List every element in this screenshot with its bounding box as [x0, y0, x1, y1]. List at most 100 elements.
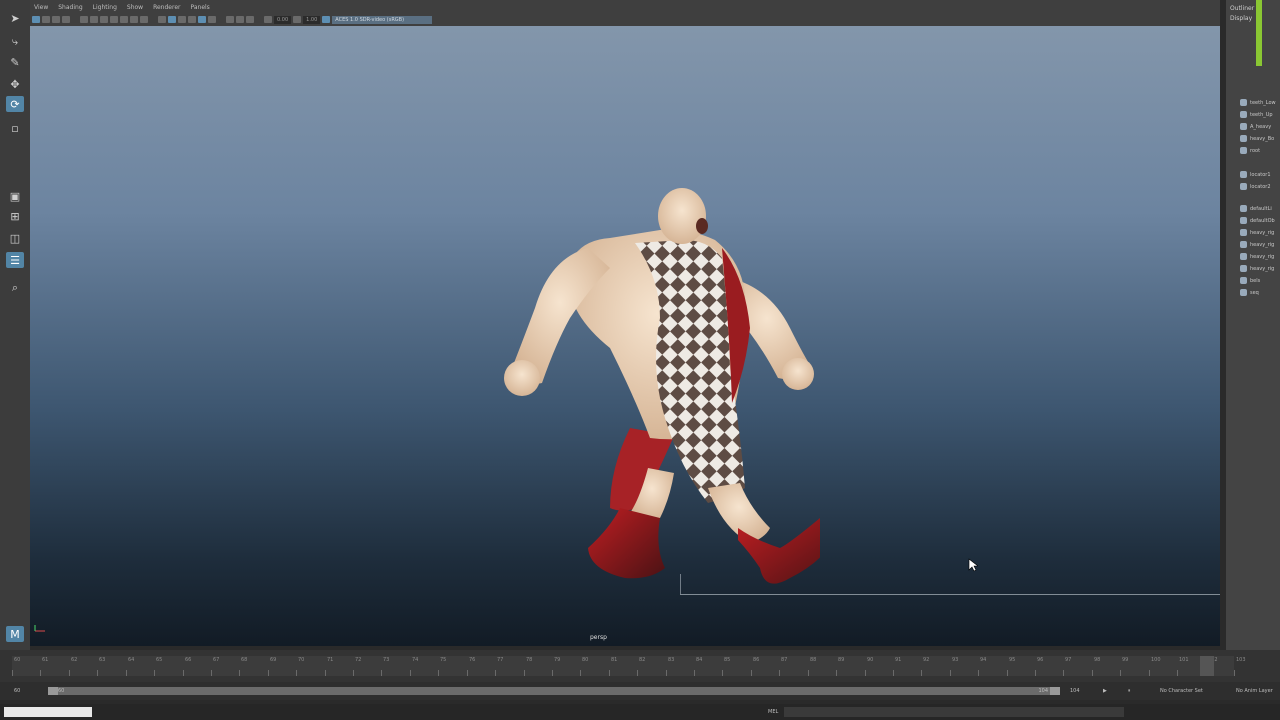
camera-attributes-icon[interactable] — [42, 16, 50, 23]
frame-tick — [211, 670, 212, 676]
set-icon — [1240, 277, 1247, 284]
frame-tick — [12, 670, 13, 676]
exposure-icon[interactable] — [264, 16, 272, 23]
outliner-item[interactable]: defaultLi — [1240, 203, 1272, 214]
smooth-shade-icon[interactable] — [168, 16, 176, 23]
frame-tick — [694, 670, 695, 676]
gamma-field[interactable]: 1.00 — [303, 15, 321, 24]
animation-end-field[interactable]: 104 — [1070, 686, 1080, 696]
textured-icon[interactable] — [188, 16, 196, 23]
menu-view[interactable]: View — [34, 3, 48, 13]
bookmark-icon[interactable] — [52, 16, 60, 23]
outliner-item[interactable]: heavy_Bo — [1240, 133, 1274, 144]
playback-options-icon[interactable]: ⏸ — [1128, 686, 1131, 696]
play-forward-icon[interactable]: ▶ — [1103, 686, 1107, 696]
scale-tool-icon[interactable]: ▫ — [6, 120, 24, 136]
playback-range-bar[interactable]: 60 104 — [48, 687, 1060, 695]
frame-tick-label: 86 — [753, 657, 760, 663]
xray-icon[interactable] — [236, 16, 244, 23]
range-end-handle[interactable] — [1050, 687, 1060, 695]
select-tool-icon[interactable]: ➤ — [6, 10, 24, 26]
outliner-item[interactable]: teeth_Up — [1240, 109, 1273, 120]
rotate-tool-icon[interactable]: ⟳ — [6, 96, 24, 112]
lights-icon[interactable] — [198, 16, 206, 23]
gamma-icon[interactable] — [293, 16, 302, 23]
animation-start-field[interactable]: 60 — [14, 686, 20, 696]
menu-shading[interactable]: Shading — [58, 3, 82, 13]
frame-tick — [154, 670, 155, 676]
current-frame-marker[interactable] — [1200, 656, 1214, 676]
display-tab[interactable]: Display — [1230, 15, 1252, 22]
outliner-item[interactable]: locator2 — [1240, 181, 1271, 192]
time-slider[interactable]: 60 61 62 63 64 65 66 67 68 69 70 71 72 73 74 75 76 77 78 79… — [0, 650, 1280, 682]
frame-tick-label: 79 — [554, 657, 561, 663]
frame-tick-label: 70 — [298, 657, 305, 663]
menu-lighting[interactable]: Lighting — [93, 3, 117, 13]
menu-show[interactable]: Show — [127, 3, 143, 13]
maya-logo-icon[interactable]: M — [6, 626, 24, 642]
menu-panels[interactable]: Panels — [190, 3, 209, 13]
locator-icon — [1240, 183, 1247, 190]
view-transform-dropdown[interactable]: ACES 1.0 SDR-video (sRGB) — [332, 15, 433, 24]
outliner-item[interactable]: heavy_rig — [1240, 239, 1274, 250]
gate-mask-icon[interactable] — [110, 16, 118, 23]
resolution-gate-icon[interactable] — [100, 16, 108, 23]
command-input[interactable] — [4, 707, 92, 717]
wireframe-on-shaded-icon[interactable] — [178, 16, 186, 23]
four-view-layout-icon[interactable]: ⊞ — [6, 208, 24, 224]
shadows-icon[interactable] — [208, 16, 216, 23]
outliner-item[interactable]: heavy_rig — [1240, 227, 1274, 238]
safe-title-icon[interactable] — [140, 16, 148, 23]
frame-tick — [1035, 670, 1036, 676]
set-icon — [1240, 265, 1247, 272]
field-chart-icon[interactable] — [120, 16, 128, 23]
character-set-dropdown[interactable]: No Character Set — [1160, 686, 1203, 696]
safe-action-icon[interactable] — [130, 16, 138, 23]
image-plane-icon[interactable] — [62, 16, 70, 23]
command-language-label[interactable]: MEL — [768, 707, 778, 717]
outliner-item[interactable]: teeth_Low — [1240, 97, 1276, 108]
set-icon — [1240, 205, 1247, 212]
color-management-icon[interactable] — [322, 16, 331, 23]
frame-tick — [40, 670, 41, 676]
maya-window: ➤ ⤷ ✎ ✥ ⟳ ▫ ▣ ⊞ ◫ ☰ ⌕ M View Shading Lig… — [0, 0, 1280, 720]
outliner-item[interactable]: heavy_rig — [1240, 263, 1274, 274]
paint-select-tool-icon[interactable]: ✎ — [6, 54, 24, 70]
outliner-tab[interactable]: Outliner — [1230, 5, 1254, 12]
film-gate-icon[interactable] — [90, 16, 98, 23]
outliner-layout-icon[interactable]: ☰ — [6, 252, 24, 268]
outliner-item[interactable]: locator1 — [1240, 169, 1271, 180]
frame-tick-label: 100 — [1151, 657, 1161, 663]
isolate-select-icon[interactable] — [226, 16, 234, 23]
frame-tick-label: 69 — [270, 657, 277, 663]
single-view-layout-icon[interactable]: ▣ — [6, 188, 24, 204]
menu-renderer[interactable]: Renderer — [153, 3, 180, 13]
lasso-tool-icon[interactable]: ⤷ — [6, 34, 24, 50]
frame-ruler[interactable]: 60 61 62 63 64 65 66 67 68 69 70 71 72 73 74 75 76 77 78 79… — [12, 656, 1246, 676]
outliner-item[interactable]: seq — [1240, 287, 1259, 298]
frame-tick — [808, 670, 809, 676]
perspective-viewport[interactable]: persp — [30, 26, 1220, 646]
outliner-item[interactable]: heavy_rig — [1240, 251, 1274, 262]
move-tool-icon[interactable]: ✥ — [6, 76, 24, 92]
outliner-item[interactable]: root — [1240, 145, 1260, 156]
outliner-item[interactable]: defaultOb — [1240, 215, 1275, 226]
search-icon[interactable]: ⌕ — [6, 280, 24, 296]
outliner-item[interactable]: bels — [1240, 275, 1260, 286]
frame-tick — [893, 670, 894, 676]
frame-tick-label: 78 — [526, 657, 533, 663]
frame-tick — [666, 670, 667, 676]
frame-tick-label: 76 — [469, 657, 476, 663]
frame-tick-label: 96 — [1037, 657, 1044, 663]
range-start-handle[interactable] — [48, 687, 58, 695]
outliner-item[interactable]: A_heavy — [1240, 121, 1271, 132]
wireframe-icon[interactable] — [158, 16, 166, 23]
two-view-layout-icon[interactable]: ◫ — [6, 230, 24, 246]
select-camera-icon[interactable] — [32, 16, 40, 23]
frame-tick-label: 101 — [1179, 657, 1189, 663]
anim-layer-dropdown[interactable]: No Anim Layer — [1236, 686, 1273, 696]
xray-joints-icon[interactable] — [246, 16, 254, 23]
frame-tick-label: 87 — [781, 657, 788, 663]
grid-toggle-icon[interactable] — [80, 16, 88, 23]
exposure-field[interactable]: 0.00 — [274, 15, 292, 24]
